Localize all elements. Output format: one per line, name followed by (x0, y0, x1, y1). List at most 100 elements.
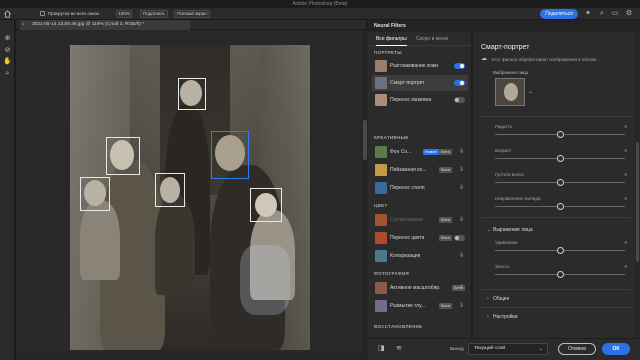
beta-badge: Бета (439, 303, 452, 309)
filter-depth-blur[interactable]: Размытие глу... Бета ⇩ (372, 298, 468, 314)
face-box[interactable] (155, 173, 185, 207)
person-child-middle (155, 195, 195, 295)
face-box[interactable] (80, 177, 110, 211)
person-child-left (80, 200, 120, 280)
cloud-download-icon[interactable]: ⇩ (459, 252, 464, 260)
cloud-download-icon[interactable]: ⇩ (459, 216, 464, 224)
cloud-icon: ☁ (481, 56, 487, 62)
filter-thumbnail (375, 77, 387, 89)
compare-icon[interactable]: ◨ (378, 345, 385, 353)
layers-icon[interactable]: ≋ (396, 345, 402, 353)
color-transfer-toggle[interactable] (454, 235, 465, 241)
filter-title: Смарт-портрет (481, 44, 530, 51)
search-icon[interactable]: ⌕ (598, 10, 606, 18)
scroll-all-checkbox[interactable] (40, 11, 45, 16)
neural-filters-footer: ◨ ≋ Вывод Текущий слой ⌄ Отмена ОК (368, 338, 640, 360)
document-photo[interactable] (70, 45, 310, 350)
filter-harmonization[interactable]: Согласование Бета ⇩ (372, 212, 468, 228)
section-settings[interactable]: › Настройки (487, 314, 518, 320)
filter-smart-portrait[interactable]: Смарт-портрет (372, 75, 468, 91)
slider-value: 0 (624, 172, 627, 177)
category-color: ЦВЕТ (374, 203, 388, 208)
cloud-download-icon[interactable]: ⇩ (459, 148, 464, 156)
hand-tool-icon[interactable]: ✋ (3, 57, 12, 66)
cloud-download-icon[interactable]: ⇩ (459, 184, 464, 192)
fullscreen-button[interactable]: Полный экран (174, 10, 210, 18)
slider-label: Направление взгляда (495, 196, 541, 201)
filter-thumbnail (375, 164, 387, 176)
filter-thumbnail (375, 232, 387, 244)
tools-panel: ⊕ ⊘ ✋ ⌕ (0, 20, 15, 360)
slider-label: Возраст (495, 148, 512, 153)
cloud-download-icon[interactable]: ⇩ (459, 166, 464, 174)
filter-thumbnail (375, 60, 387, 72)
category-portraits: ПОРТРЕТЫ (374, 50, 402, 55)
cancel-button[interactable]: Отмена (558, 343, 596, 355)
selected-face-thumbnail[interactable] (495, 78, 525, 106)
workspace-icon[interactable]: ▭ (611, 10, 619, 18)
filter-colorize[interactable]: Колоризация ⇩ (372, 248, 468, 264)
slider-label: Удивление (495, 240, 518, 245)
chevron-down-icon[interactable]: ⌄ (528, 88, 533, 95)
filters-tabs: Все фильтры Скоро в меню (368, 32, 472, 46)
slider-label: Злость (495, 264, 510, 269)
slider-handle[interactable] (556, 155, 564, 162)
document-tab-bar: 2021-05-14 23.59.46.jpg @ 115% (Слой 2, … (16, 20, 366, 30)
section-general[interactable]: › Общее (487, 296, 509, 302)
cloud-download-icon[interactable]: ⇩ (459, 284, 464, 292)
makeup-transfer-toggle[interactable] (454, 97, 465, 103)
section-face-expression[interactable]: ⌄ Выражение лица (487, 227, 533, 233)
beta-badge: Бета (439, 149, 452, 155)
filter-skin-smoothing[interactable]: Разглаживание кожи (372, 58, 468, 74)
ok-button[interactable]: ОК (602, 343, 630, 355)
fit-screen-button[interactable]: Подогнать (140, 10, 168, 18)
panel-title: Neural Filters (374, 23, 406, 29)
neural-filters-header: Neural Filters (368, 20, 640, 32)
slider-value: 0 (624, 240, 627, 245)
face-box[interactable] (250, 188, 282, 222)
settings-scrollbar[interactable] (635, 32, 640, 338)
crop-tool-icon[interactable]: ⊘ (3, 46, 12, 55)
slider-handle[interactable] (556, 179, 564, 186)
title-bar: Adobe Photoshop (Beta) (0, 0, 640, 8)
close-tab-icon[interactable]: × (22, 20, 25, 30)
slider-value: 0 (624, 196, 627, 201)
settings-icon[interactable]: ⚙ (625, 10, 633, 18)
cloud-download-icon[interactable]: ⇩ (459, 302, 464, 310)
lightbulb-icon[interactable]: ✦ (584, 10, 592, 18)
document-tab[interactable]: 2021-05-14 23.59.46.jpg @ 115% (Слой 2, … (20, 20, 190, 30)
filter-color-transfer[interactable]: Перенос цвета Бета (372, 230, 468, 246)
filter-style-transfer[interactable]: Перенос стиля ⇩ (372, 180, 468, 196)
filter-thumbnail (375, 300, 387, 312)
skin-smoothing-toggle[interactable] (454, 63, 465, 69)
slider-handle[interactable] (556, 203, 564, 210)
slider-handle[interactable] (556, 247, 564, 254)
output-label: Вывод (450, 346, 464, 351)
smart-portrait-toggle[interactable] (454, 80, 465, 86)
face-box[interactable] (178, 78, 206, 110)
status-bar: ... (16, 352, 362, 360)
slider-handle[interactable] (556, 131, 564, 138)
category-restoration: ВОССТАНОВЛЕНИЕ (374, 324, 423, 329)
filter-thumbnail (375, 182, 387, 194)
new-badge: Новое (423, 149, 439, 155)
move-tool-icon[interactable]: ⊕ (3, 34, 12, 43)
slider-value: 0 (624, 148, 627, 153)
filter-thumbnail (375, 282, 387, 294)
face-box-selected[interactable] (211, 131, 249, 179)
zoom-100-button[interactable]: 100% (116, 10, 132, 18)
filter-background[interactable]: Фон Со... Новое Бета ⇩ (372, 144, 468, 160)
face-box[interactable] (106, 137, 140, 175)
selected-face-label: Выбранное лицо (493, 70, 529, 75)
home-icon[interactable] (3, 10, 12, 18)
tab-coming-soon[interactable]: Скоро в меню (416, 35, 448, 43)
tab-all-filters[interactable]: Все фильтры (376, 35, 407, 46)
filter-landscape[interactable]: Пейзажная ко... Бета ⇩ (372, 162, 468, 178)
filter-super-zoom[interactable]: Активное масштабир. Бета ⇩ (372, 280, 468, 296)
filter-makeup-transfer[interactable]: Перенос макияжа (372, 92, 468, 108)
filters-list-panel: Все фильтры Скоро в меню ПОРТРЕТЫ Разгла… (368, 32, 472, 338)
slider-handle[interactable] (556, 271, 564, 278)
zoom-tool-icon[interactable]: ⌕ (3, 69, 12, 78)
share-button[interactable]: Поделиться (540, 9, 578, 19)
output-select[interactable]: Текущий слой ⌄ (468, 343, 548, 355)
